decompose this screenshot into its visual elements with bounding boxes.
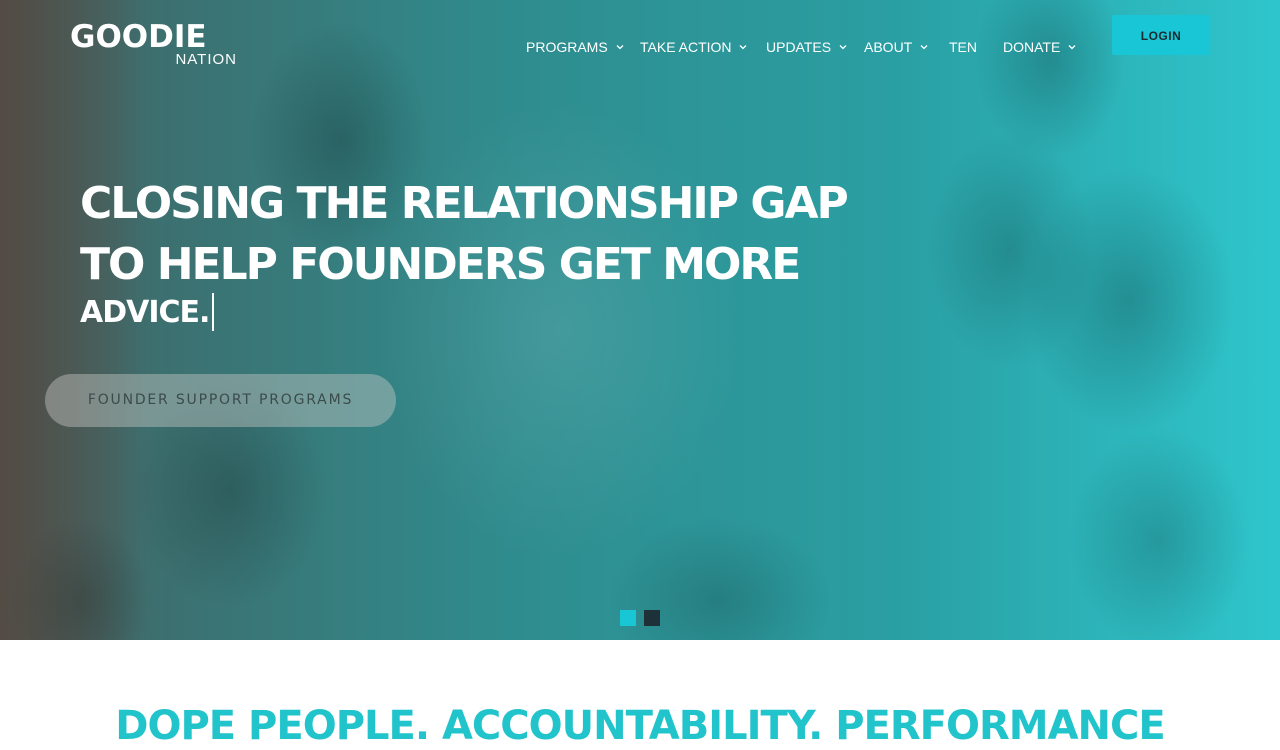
login-button[interactable]: LOGIN [1112,15,1210,55]
slider-dot-2[interactable] [644,610,660,626]
nav-item-label: UPDATES [766,39,832,55]
typed-word: ADVICE. [80,295,210,330]
founder-support-programs-button[interactable]: FOUNDER SUPPORT PROGRAMS [45,374,396,427]
nav-item-about[interactable]: ABOUT [864,38,928,56]
chevron-down-icon [1068,45,1076,50]
nav-item-programs[interactable]: PROGRAMS [526,38,624,56]
slider-dot-1-active[interactable] [620,610,636,626]
goodie-nation-logo[interactable]: GOODIE NATION [70,22,240,70]
nav-item-updates[interactable]: UPDATES [766,38,847,56]
nav-item-label: ABOUT [864,39,912,55]
headline-line-3: ADVICE. [80,291,847,335]
nav-item-take-action[interactable]: TAKE ACTION [640,38,747,56]
nav-item-ten[interactable]: TEN [949,38,977,56]
headline-line-1: CLOSING THE RELATIONSHIP GAP [80,178,849,229]
hero-banner: GOODIE NATION PROGRAMS TAKE ACTION UPDAT… [0,0,1280,640]
nav-item-label: TEN [949,39,977,55]
logo-subtext: NATION [175,51,237,68]
chevron-down-icon [920,45,928,50]
nav-item-label: DONATE [1003,39,1061,55]
headline-line-2: TO HELP FOUNDERS GET MORE [80,239,801,290]
chevron-down-icon [739,45,747,50]
typing-cursor [212,293,215,331]
chevron-down-icon [616,45,624,50]
nav-item-label: TAKE ACTION [640,39,732,55]
section-heading: DOPE PEOPLE. ACCOUNTABILITY. PERFORMANCE [115,703,1165,749]
logo-wordmark: GOODIE [70,19,207,55]
hero-headline: CLOSING THE RELATIONSHIP GAP TO HELP FOU… [80,173,849,335]
nav-item-donate[interactable]: DONATE [1003,38,1076,56]
chevron-down-icon [839,45,847,50]
nav-item-label: PROGRAMS [526,39,608,55]
